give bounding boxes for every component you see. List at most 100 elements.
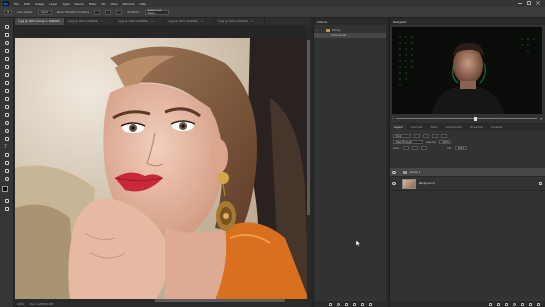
layer-name[interactable]: Background	[419, 182, 435, 185]
kind-filter-dropdown[interactable]: Kind	[393, 134, 411, 138]
maximize-icon[interactable]	[527, 1, 531, 5]
tab-properties[interactable]: Properties	[466, 124, 487, 130]
eye-icon[interactable]	[392, 182, 396, 185]
rectangle-tool-icon[interactable]	[3, 160, 10, 166]
tab-document-1[interactable]: 1.jpg @ 100% (Group 1, RGB/8#) ×	[15, 18, 65, 25]
move-tool-icon[interactable]	[3, 24, 10, 30]
play-icon[interactable]	[345, 302, 348, 306]
close-icon[interactable]	[535, 0, 541, 6]
layer-style-icon[interactable]	[497, 302, 500, 306]
menu-image[interactable]: Image	[35, 2, 44, 6]
checkmark-icon[interactable]: ✓	[316, 29, 319, 32]
navigator-zoom-slider[interactable]: ▴ ▲	[392, 116, 542, 121]
tab-document-5[interactable]: 5.jpg @ 100% (RGB/8#) ×	[215, 18, 265, 25]
expand-arrow-icon[interactable]: ›	[326, 34, 329, 37]
tab-layers[interactable]: Layers	[390, 124, 407, 130]
vertical-scrollbar-thumb[interactable]	[307, 40, 310, 215]
align-left-icon[interactable]	[94, 9, 101, 15]
history-brush-tool-icon[interactable]	[3, 96, 10, 102]
minimize-icon[interactable]	[518, 1, 522, 4]
opacity-input[interactable]: 100%	[439, 140, 452, 144]
select-and-mask-button[interactable]: Select and Mask...	[144, 9, 169, 15]
zoom-tool-icon[interactable]	[3, 176, 10, 182]
new-set-folder-icon[interactable]	[353, 302, 356, 306]
move-tool-preset-icon[interactable]: ✥	[4, 9, 12, 15]
tab-channels[interactable]: Channels	[407, 124, 427, 130]
new-layer-icon[interactable]	[529, 302, 532, 306]
path-selection-tool-icon[interactable]	[3, 152, 10, 158]
expand-arrow-icon[interactable]: ›	[321, 29, 324, 32]
pixel-filter-icon[interactable]	[414, 134, 420, 138]
new-action-icon[interactable]	[361, 302, 364, 306]
trash-icon[interactable]	[369, 302, 372, 306]
align-center-icon[interactable]	[105, 9, 112, 15]
tab-document-4[interactable]: 4.jpg @ 100% (RGB/8#) ×	[165, 18, 215, 25]
close-tab-icon[interactable]: ×	[101, 20, 103, 23]
link-layers-icon[interactable]	[489, 302, 492, 306]
adjustment-filter-icon[interactable]	[423, 134, 429, 138]
brush-tool-icon[interactable]	[3, 80, 10, 86]
menu-filter[interactable]: Filter	[89, 2, 96, 6]
close-tab-icon[interactable]: ×	[251, 20, 253, 23]
gradient-tool-icon[interactable]	[3, 112, 10, 118]
close-tab-icon[interactable]: ×	[151, 20, 153, 23]
lock-pixels-icon[interactable]	[402, 146, 409, 150]
eraser-tool-icon[interactable]	[3, 104, 10, 110]
tab-paths[interactable]: Paths	[427, 124, 442, 130]
checkmark-icon[interactable]: ✓	[316, 34, 319, 37]
trash-icon[interactable]	[537, 302, 540, 306]
zoom-out-icon[interactable]: ▴	[392, 117, 393, 120]
show-transform-label[interactable]: Show Transform Controls	[57, 11, 89, 14]
healing-brush-tool-icon[interactable]	[3, 72, 10, 78]
adjustment-layer-icon[interactable]	[513, 302, 516, 306]
action-row[interactable]: ✓ › Color Grade	[314, 33, 386, 38]
align-right-icon[interactable]	[116, 9, 123, 15]
stop-icon[interactable]	[329, 302, 332, 306]
shape-filter-icon[interactable]	[441, 134, 447, 138]
navigator-title[interactable]: Navigator	[393, 20, 407, 24]
zoom-slider-track[interactable]	[396, 116, 538, 121]
blend-mode-dropdown[interactable]: Pass Through	[393, 140, 423, 144]
type-tool-icon[interactable]: T	[3, 144, 10, 150]
close-tab-icon[interactable]: ×	[201, 20, 203, 23]
quick-mask-icon[interactable]	[3, 198, 10, 204]
pen-tool-icon[interactable]	[3, 136, 10, 142]
lock-all-icon[interactable]	[420, 146, 427, 150]
menu-layer[interactable]: Layer	[49, 2, 57, 6]
layer-name[interactable]: Group 1	[410, 171, 420, 174]
navigator-preview[interactable]	[392, 27, 542, 114]
tab-adjustments[interactable]: Adjustments	[442, 124, 466, 130]
hand-tool-icon[interactable]	[3, 168, 10, 174]
zoom-in-icon[interactable]: ▲	[540, 117, 542, 120]
eyedropper-tool-icon[interactable]	[3, 64, 10, 70]
menu-file[interactable]: File	[14, 2, 19, 6]
menu-edit[interactable]: Edit	[24, 2, 30, 6]
crop-tool-icon[interactable]	[3, 56, 10, 62]
foreground-color-swatch[interactable]	[2, 186, 8, 192]
layer-row-group[interactable]: › Group 1	[390, 168, 545, 177]
expand-arrow-icon[interactable]: ›	[399, 171, 400, 174]
menu-select[interactable]: Select	[75, 2, 84, 6]
menu-window[interactable]: Window	[123, 2, 135, 6]
lasso-tool-icon[interactable]	[3, 40, 10, 46]
zoom-slider-knob[interactable]	[473, 116, 477, 121]
clone-stamp-tool-icon[interactable]	[3, 88, 10, 94]
tab-document-3[interactable]: 3.jpg @ 100% (RGB/8#) ×	[115, 18, 165, 25]
dodge-tool-icon[interactable]	[3, 128, 10, 134]
auto-select-dropdown[interactable]: Layer	[37, 9, 52, 15]
eye-icon[interactable]	[392, 170, 396, 174]
new-group-icon[interactable]	[521, 302, 524, 306]
document-canvas[interactable]	[15, 25, 310, 299]
menu-view[interactable]: View	[110, 2, 117, 6]
actions-title[interactable]: Actions	[317, 20, 327, 24]
lock-position-icon[interactable]	[411, 146, 418, 150]
fill-input[interactable]: 100%	[454, 146, 467, 150]
zoom-level[interactable]: 100%	[17, 303, 24, 306]
record-icon[interactable]	[337, 302, 340, 306]
type-filter-icon[interactable]	[432, 134, 438, 138]
tab-libraries[interactable]: Libraries	[487, 124, 506, 130]
marquee-tool-icon[interactable]	[3, 32, 10, 38]
screen-mode-icon[interactable]	[3, 206, 10, 212]
menu-type[interactable]: Type	[63, 2, 70, 6]
add-mask-icon[interactable]	[505, 302, 508, 306]
